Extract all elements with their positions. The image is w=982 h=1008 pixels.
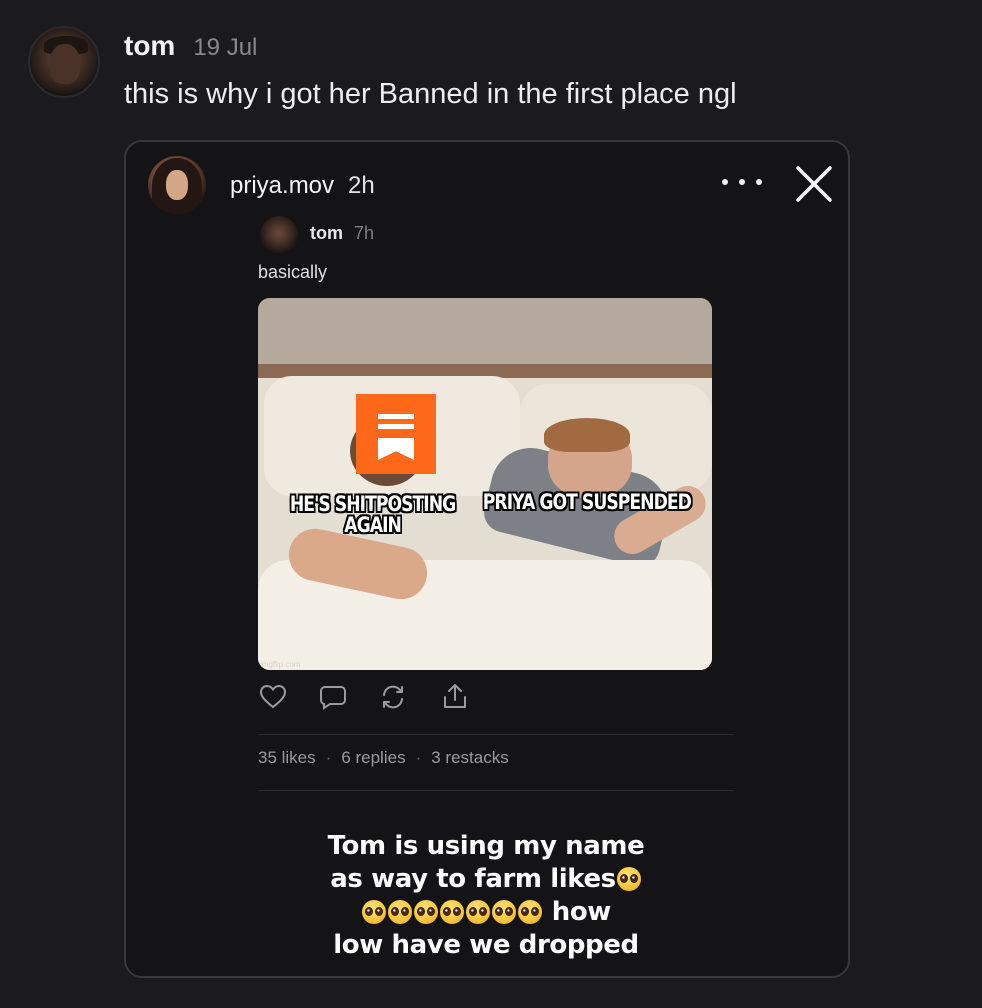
story-avatar-face <box>166 170 188 200</box>
pleading-face-icon <box>616 867 641 891</box>
note-timestamp: 7h <box>354 223 375 243</box>
post-author[interactable]: tom <box>124 30 175 62</box>
more-dot <box>722 179 728 185</box>
divider <box>258 734 734 735</box>
more-dot <box>739 179 745 185</box>
pleading-face-icon <box>518 900 543 924</box>
heart-icon[interactable] <box>258 682 288 712</box>
comment-icon[interactable] <box>318 682 348 712</box>
pleading-face-icon <box>388 900 413 924</box>
post-timestamp: 19 Jul <box>193 34 258 61</box>
story-card[interactable]: priya.mov 2h tom 7h basically HE'S SHITP… <box>124 140 850 978</box>
pleading-face-icon <box>414 900 439 924</box>
meme-caption-left: HE'S SHITPOSTING AGAIN <box>289 492 456 538</box>
pleading-face-icon <box>492 900 517 924</box>
note-author: tom <box>310 223 343 243</box>
substack-logo-icon <box>356 394 436 474</box>
more-dot <box>756 179 762 185</box>
emoji-row <box>361 897 543 927</box>
meme-wall <box>258 298 712 374</box>
story-user: priya.mov 2h <box>230 172 375 200</box>
share-icon[interactable] <box>440 682 470 712</box>
pleading-face-icon <box>466 900 491 924</box>
logo-flag <box>378 438 414 460</box>
logo-bar <box>378 414 414 419</box>
restacks-count[interactable]: 3 restacks <box>431 748 508 768</box>
replies-count[interactable]: 6 replies <box>341 748 405 768</box>
meme-caption-right: PRIYA GOT SUSPENDED <box>482 490 692 514</box>
note-avatar <box>260 216 298 254</box>
overlay-line-3: how <box>286 896 686 929</box>
logo-bar <box>378 424 414 429</box>
overlay-line-4: low have we dropped <box>333 930 639 960</box>
post-header: tom 19 Jul <box>124 30 257 62</box>
overlay-line-2-text: as way to farm likes <box>330 864 616 894</box>
avatar[interactable] <box>28 26 100 98</box>
pleading-face-icon <box>440 900 465 924</box>
restack-icon[interactable] <box>378 682 408 712</box>
meme-watermark: imgflip.com <box>260 660 301 669</box>
story-avatar <box>148 156 206 214</box>
separator-dot: · <box>415 748 422 767</box>
divider <box>258 790 734 791</box>
story-username: priya.mov <box>230 172 335 199</box>
story-overlay-text: Tom is using my name as way to farm like… <box>286 830 686 962</box>
overlay-line-2: as way to farm likes <box>286 863 686 896</box>
pleading-face-icon <box>362 900 387 924</box>
avatar-face <box>50 44 80 84</box>
more-horizontal-icon <box>722 170 762 194</box>
separator-dot: · <box>325 748 332 767</box>
post-text: this is why i got her Banned in the firs… <box>124 78 737 110</box>
likes-count[interactable]: 35 likes <box>258 748 316 768</box>
overlay-line-3-text: how <box>551 897 612 927</box>
note-stats: 35 likes · 6 replies · 3 restacks <box>258 748 509 768</box>
story-timestamp: 2h <box>348 172 375 199</box>
note-actions <box>258 682 738 722</box>
meme-image: HE'S SHITPOSTING AGAIN PRIYA GOT SUSPEND… <box>258 298 712 670</box>
close-icon <box>796 166 832 202</box>
overlay-line-1: Tom is using my name <box>327 831 645 861</box>
meme-man-hair <box>544 418 630 452</box>
note-text: basically <box>258 262 328 282</box>
